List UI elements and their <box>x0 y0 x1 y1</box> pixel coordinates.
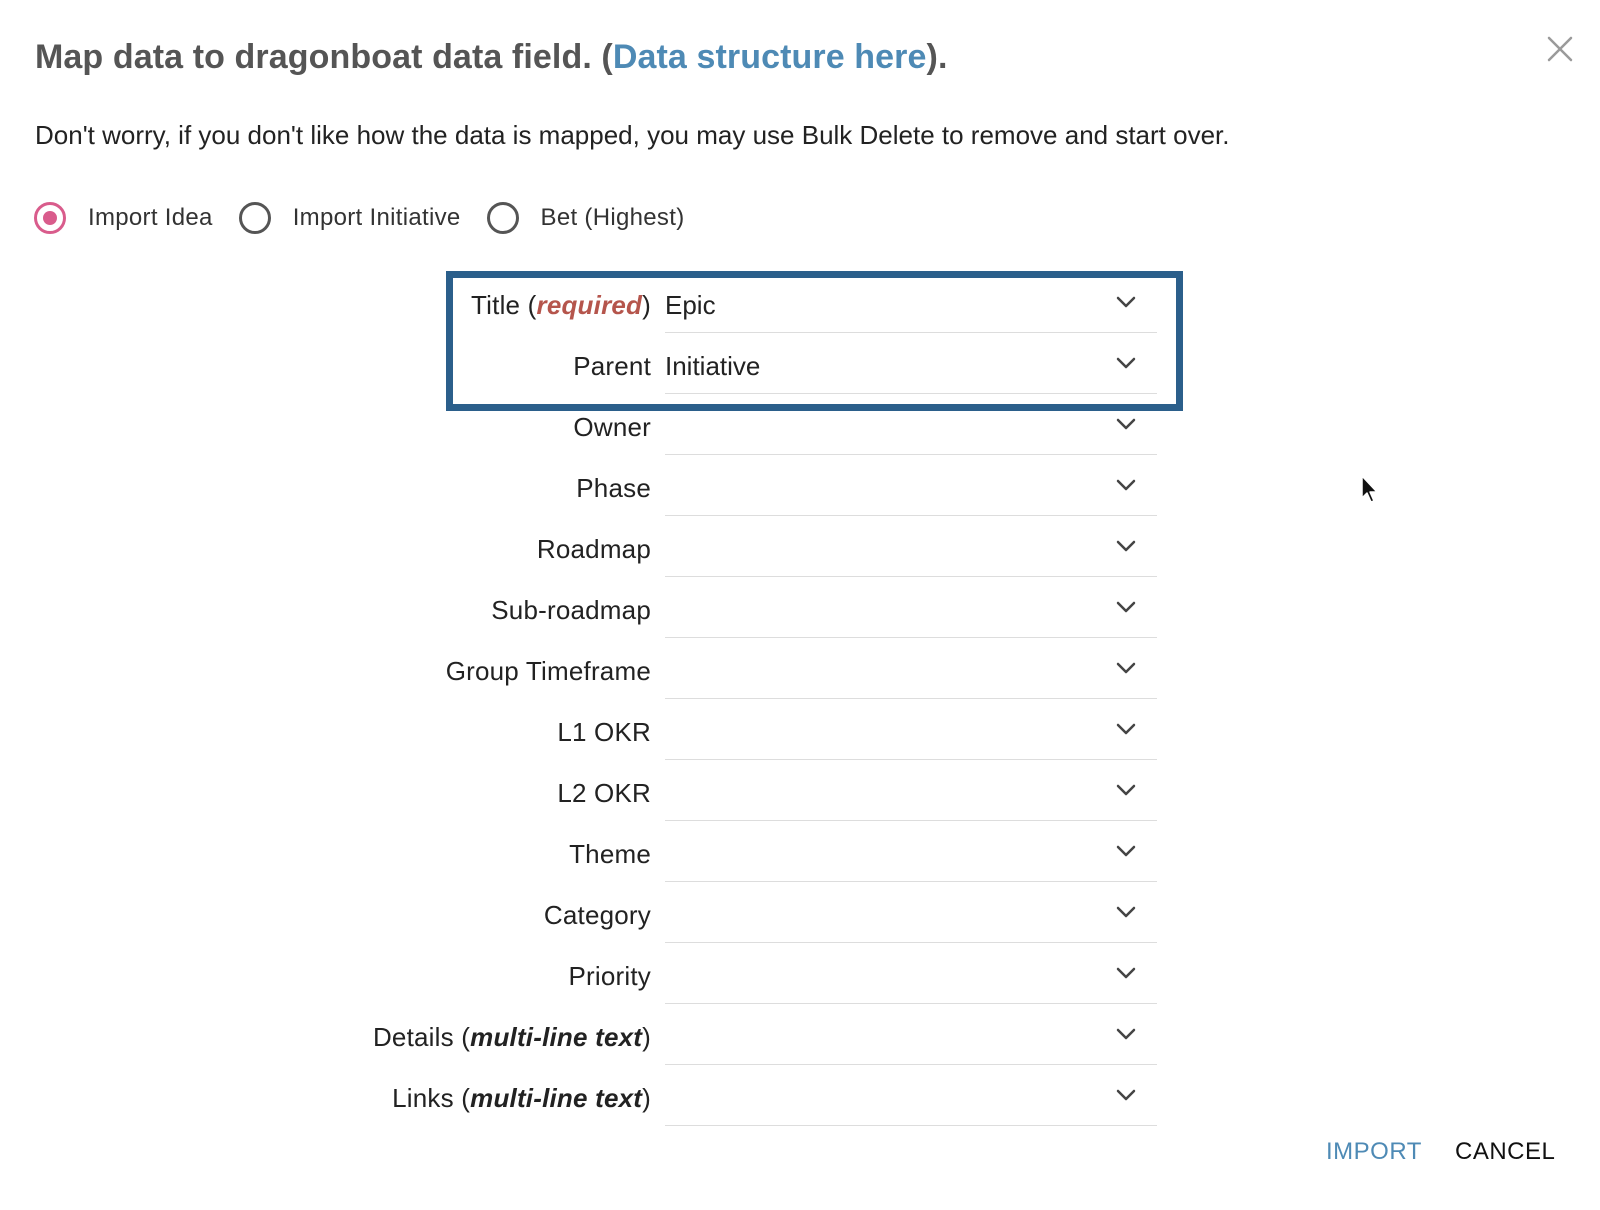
chevron-down-icon[interactable] <box>1115 599 1137 615</box>
import-mapping-dialog: Map data to dragonboat data field. (Data… <box>0 0 1600 1210</box>
field-label: Priority <box>569 961 652 992</box>
chevron-down-icon[interactable] <box>1115 1026 1137 1042</box>
chevron-down-icon[interactable] <box>1115 538 1137 554</box>
field-label-qualifier: multi-line text <box>470 1022 643 1052</box>
mapping-row-l1-okr: L1 OKR <box>0 703 1600 764</box>
field-label-name: Roadmap <box>536 534 651 564</box>
chevron-down-icon[interactable] <box>1115 416 1137 432</box>
field-label-name: Parent <box>573 351 651 381</box>
column-select[interactable] <box>665 947 1157 1004</box>
field-label: Phase <box>576 473 651 504</box>
field-label-name: Group Timeframe <box>445 656 651 686</box>
dialog-title-suffix: ). <box>926 38 948 76</box>
field-label-qualifier: required <box>536 290 643 320</box>
field-label: Links (multi-line text) <box>392 1083 651 1113</box>
mapping-row-group-timeframe: Group Timeframe <box>0 642 1600 703</box>
mapping-row-owner: Owner <box>0 398 1600 459</box>
chevron-down-icon[interactable] <box>1115 782 1137 798</box>
column-select-value: Initiative <box>665 351 761 381</box>
column-select-value: Epic <box>665 290 716 320</box>
import-type-radio-group: Import Idea Import Initiative Bet (Highest… <box>34 199 710 237</box>
column-select[interactable]: Epic <box>665 276 1157 333</box>
field-label: Parent <box>573 351 651 382</box>
radio-label: Bet (Highest) <box>540 204 685 231</box>
column-select[interactable] <box>665 1008 1157 1065</box>
chevron-down-icon[interactable] <box>1115 904 1137 920</box>
chevron-down-icon[interactable] <box>1115 660 1137 676</box>
column-select[interactable]: Initiative <box>665 337 1157 394</box>
radio-option-import-idea[interactable]: Import Idea <box>34 202 213 234</box>
column-select[interactable] <box>665 398 1157 455</box>
column-select[interactable] <box>665 520 1157 577</box>
field-label: Sub-roadmap <box>491 595 651 626</box>
mapping-row-parent: Parent Initiative <box>0 337 1600 398</box>
field-label: Title (required) <box>471 290 651 320</box>
dialog-subtitle: Don't worry, if you don't like how the d… <box>35 120 1230 150</box>
mouse-pointer-icon <box>1361 475 1378 503</box>
field-label: Group Timeframe <box>446 656 651 687</box>
column-select[interactable] <box>665 764 1157 821</box>
column-select[interactable] <box>665 581 1157 638</box>
close-button[interactable] <box>1545 34 1575 64</box>
field-label-name: Priority <box>568 961 651 991</box>
import-button[interactable]: IMPORT <box>1326 1138 1422 1166</box>
chevron-down-icon[interactable] <box>1115 1087 1137 1103</box>
mapping-row-theme: Theme <box>0 825 1600 886</box>
field-label: Owner <box>573 412 651 443</box>
radio-label: Import Idea <box>88 204 213 231</box>
field-label-name: Links <box>392 1083 454 1113</box>
field-label-name: Details <box>372 1022 454 1052</box>
mapping-row-links: Links (multi-line text) <box>0 1069 1600 1130</box>
field-label-name: Phase <box>576 473 651 503</box>
chevron-down-icon[interactable] <box>1115 843 1137 859</box>
mapping-row-l2-okr: L2 OKR <box>0 764 1600 825</box>
radio-unchecked-icon[interactable] <box>486 202 519 234</box>
radio-unchecked-icon[interactable] <box>238 202 271 234</box>
chevron-down-icon[interactable] <box>1115 721 1137 737</box>
dialog-title: Map data to dragonboat data field. (Data… <box>35 38 948 77</box>
radio-label: Import Initiative <box>292 204 461 231</box>
radio-checked-icon[interactable] <box>34 202 66 234</box>
field-label-qualifier: multi-line text <box>470 1083 643 1113</box>
field-label-name: Owner <box>573 412 651 442</box>
column-select[interactable] <box>665 825 1157 882</box>
radio-option-bet-highest[interactable]: Bet (Highest) <box>486 202 685 234</box>
field-label: Details (multi-line text) <box>372 1022 651 1052</box>
field-label-name: L1 OKR <box>557 717 651 747</box>
cancel-button[interactable]: CANCEL <box>1455 1138 1555 1166</box>
chevron-down-icon[interactable] <box>1115 355 1137 371</box>
mapping-row-sub-roadmap: Sub-roadmap <box>0 581 1600 642</box>
field-label-name: L2 OKR <box>557 778 651 808</box>
close-icon <box>1547 36 1573 62</box>
field-label: L2 OKR <box>557 778 651 809</box>
chevron-down-icon[interactable] <box>1115 477 1137 493</box>
field-label-name: Sub-roadmap <box>491 595 651 625</box>
column-select[interactable] <box>665 459 1157 516</box>
column-select[interactable] <box>665 703 1157 760</box>
field-label: L1 OKR <box>557 717 651 748</box>
mapping-row-details: Details (multi-line text) <box>0 1008 1600 1069</box>
column-select[interactable] <box>665 1069 1157 1126</box>
radio-option-import-initiative[interactable]: Import Initiative <box>238 202 461 234</box>
field-mapping-table: Title (required) Epic Parent Initiative Owne… <box>0 276 1600 1130</box>
chevron-down-icon[interactable] <box>1115 294 1137 310</box>
field-label: Roadmap <box>537 534 651 565</box>
mapping-row-title: Title (required) Epic <box>0 276 1600 337</box>
data-structure-link[interactable]: Data structure here <box>613 38 927 76</box>
column-select[interactable] <box>665 886 1157 943</box>
field-label: Theme <box>569 839 651 870</box>
dialog-title-prefix: Map data to dragonboat data field. ( <box>35 38 613 76</box>
field-label: Category <box>544 900 651 931</box>
column-select[interactable] <box>665 642 1157 699</box>
field-label-name: Title <box>471 290 521 320</box>
mapping-row-priority: Priority <box>0 947 1600 1008</box>
chevron-down-icon[interactable] <box>1115 965 1137 981</box>
mapping-row-category: Category <box>0 886 1600 947</box>
field-label-name: Theme <box>569 839 651 869</box>
field-label-name: Category <box>543 900 651 930</box>
mapping-row-roadmap: Roadmap <box>0 520 1600 581</box>
